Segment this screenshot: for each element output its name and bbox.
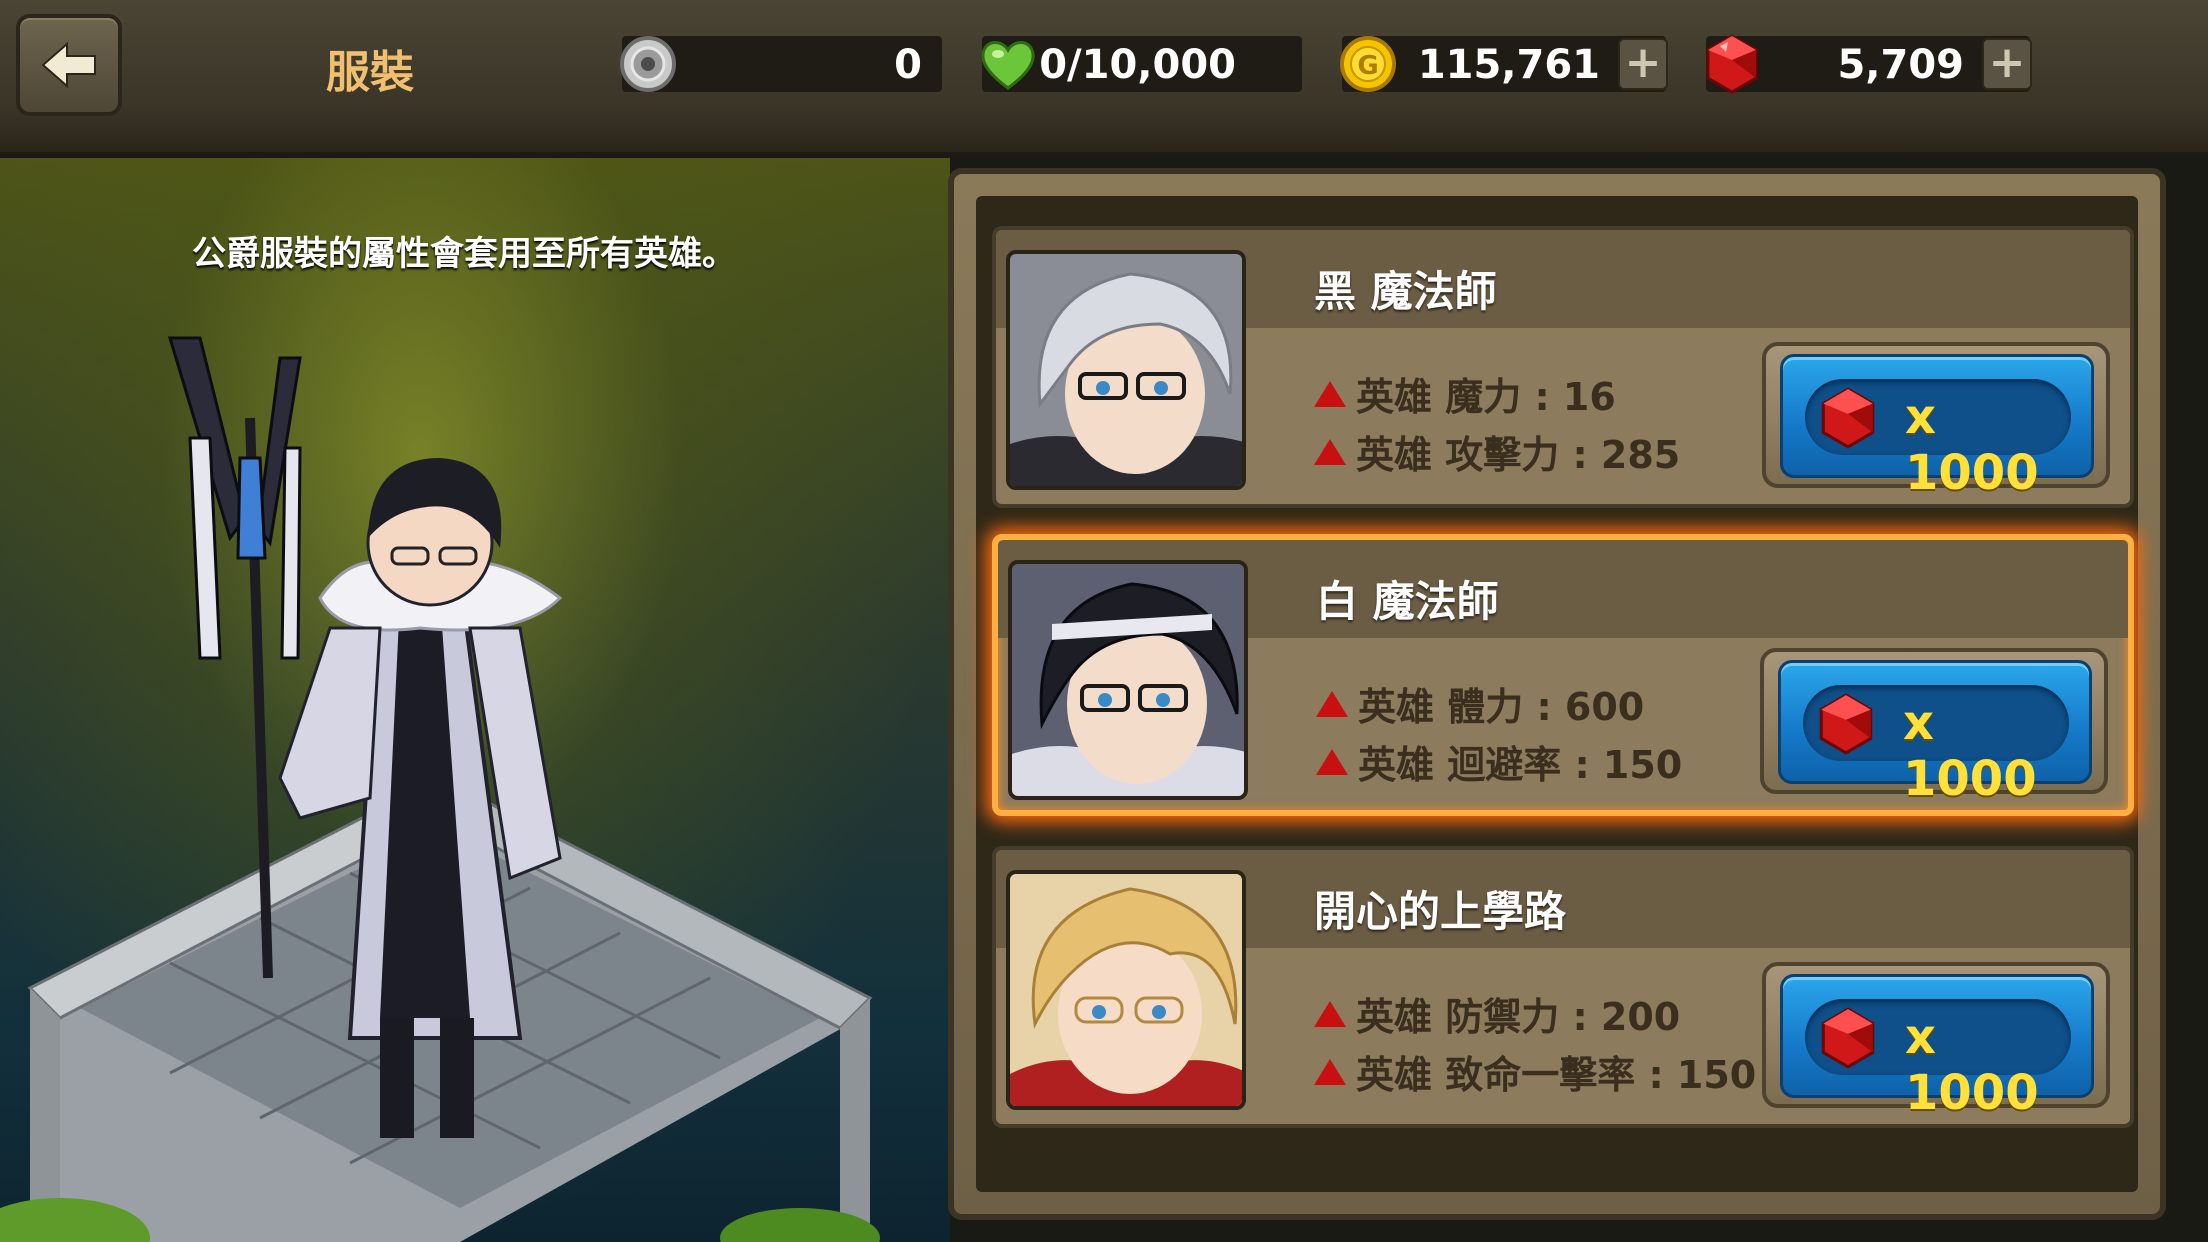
- price-pill: x 1000: [1805, 379, 2071, 501]
- stat-text: 英雄 防禦力 : 200: [1356, 995, 1681, 1039]
- ruby-counter: 5,709 +: [1706, 34, 2032, 94]
- page-title: 服裝: [326, 47, 414, 98]
- costume-stat: 英雄 魔力 : 16: [1314, 366, 1616, 421]
- costume-name: 開心的上學路: [1314, 887, 1567, 936]
- stamina-counter: 0/10,000: [981, 36, 1302, 92]
- ruby-icon: [1821, 1007, 1875, 1069]
- costume-portrait: [1006, 250, 1246, 490]
- buy-school-road-button[interactable]: x 1000: [1780, 974, 2094, 1121]
- costume-stat: 英雄 攻擊力 : 285: [1314, 424, 1680, 479]
- stamina-value: 0/10,000: [1039, 42, 1236, 88]
- costume-name: 白 魔法師: [1316, 577, 1499, 626]
- buy-frame: x 1000: [1762, 342, 2110, 501]
- stat-text: 英雄 致命一擊率 : 150: [1356, 1053, 1757, 1097]
- costume-portrait: [1008, 560, 1248, 800]
- buy-black-mage-button[interactable]: x 1000: [1780, 354, 2094, 501]
- price-label: x 1000: [1903, 695, 2037, 807]
- ruby-value: 5,709: [1837, 42, 1964, 88]
- buy-frame: x 1000: [1760, 648, 2108, 807]
- silver-token-icon: [620, 36, 676, 92]
- heart-icon: [981, 41, 1035, 90]
- ruby-icon: [1706, 34, 1758, 94]
- stat-up-arrow-icon: [1316, 748, 1348, 775]
- back-button[interactable]: [16, 14, 122, 116]
- arrow-left-icon: [41, 41, 96, 89]
- stat-up-arrow-icon: [1314, 1058, 1346, 1085]
- costume-name: 黑 魔法師: [1314, 267, 1497, 316]
- gold-value: 115,761: [1417, 42, 1600, 88]
- price-label: x 1000: [1905, 389, 2039, 501]
- costume-stat: 英雄 致命一擊率 : 150: [1314, 1044, 1756, 1099]
- costume-stat: 英雄 體力 : 600: [1316, 676, 1644, 731]
- scene-art: [0, 336, 880, 1242]
- stat-text: 英雄 魔力 : 16: [1356, 375, 1616, 419]
- stat-text: 英雄 迴避率 : 150: [1358, 743, 1683, 787]
- price-label: x 1000: [1905, 1009, 2039, 1121]
- buy-frame: x 1000: [1762, 962, 2110, 1121]
- top-bar: 服裝 0 0/10,000 G 115,761 + 5,709 +: [0, 0, 2208, 155]
- costume-panel: 黑 魔法師 英雄 魔力 : 16 英雄 攻擊力 : 285 x 1000 白 魔…: [948, 168, 2166, 1220]
- costume-stat: 英雄 迴避率 : 150: [1316, 734, 1682, 789]
- stat-up-arrow-icon: [1314, 1000, 1346, 1027]
- stat-up-arrow-icon: [1314, 380, 1346, 407]
- ruby-icon: [1821, 387, 1875, 449]
- price-pill: x 1000: [1803, 685, 2069, 807]
- stat-text: 英雄 體力 : 600: [1358, 685, 1645, 729]
- price-pill: x 1000: [1805, 999, 2071, 1121]
- gold-coin-icon: G: [1340, 36, 1396, 92]
- character-preview: 公爵服裝的屬性會套用至所有英雄。: [0, 158, 950, 1242]
- costume-note: 公爵服裝的屬性會套用至所有英雄。: [192, 234, 736, 274]
- stat-up-arrow-icon: [1316, 690, 1348, 717]
- buy-white-mage-button[interactable]: x 1000: [1778, 660, 2092, 807]
- costume-card-black-mage[interactable]: 黑 魔法師 英雄 魔力 : 16 英雄 攻擊力 : 285 x 1000: [992, 226, 2134, 508]
- gold-counter: G 115,761 +: [1340, 36, 1668, 92]
- add-ruby-button[interactable]: +: [1982, 38, 2032, 90]
- silver-token-counter: 0: [620, 36, 942, 92]
- costume-portrait: [1006, 870, 1246, 1110]
- silver-token-value: 0: [894, 42, 922, 88]
- costume-stat: 英雄 防禦力 : 200: [1314, 986, 1680, 1041]
- stat-text: 英雄 攻擊力 : 285: [1356, 433, 1681, 477]
- add-gold-button[interactable]: +: [1618, 38, 1668, 90]
- svg-text:G: G: [1357, 51, 1378, 81]
- costume-card-school-road[interactable]: 開心的上學路 英雄 防禦力 : 200 英雄 致命一擊率 : 150 x 100…: [992, 846, 2134, 1128]
- stat-up-arrow-icon: [1314, 438, 1346, 465]
- costume-card-white-mage[interactable]: 白 魔法師 英雄 體力 : 600 英雄 迴避率 : 150 x 1000: [992, 534, 2134, 816]
- ruby-icon: [1819, 693, 1873, 755]
